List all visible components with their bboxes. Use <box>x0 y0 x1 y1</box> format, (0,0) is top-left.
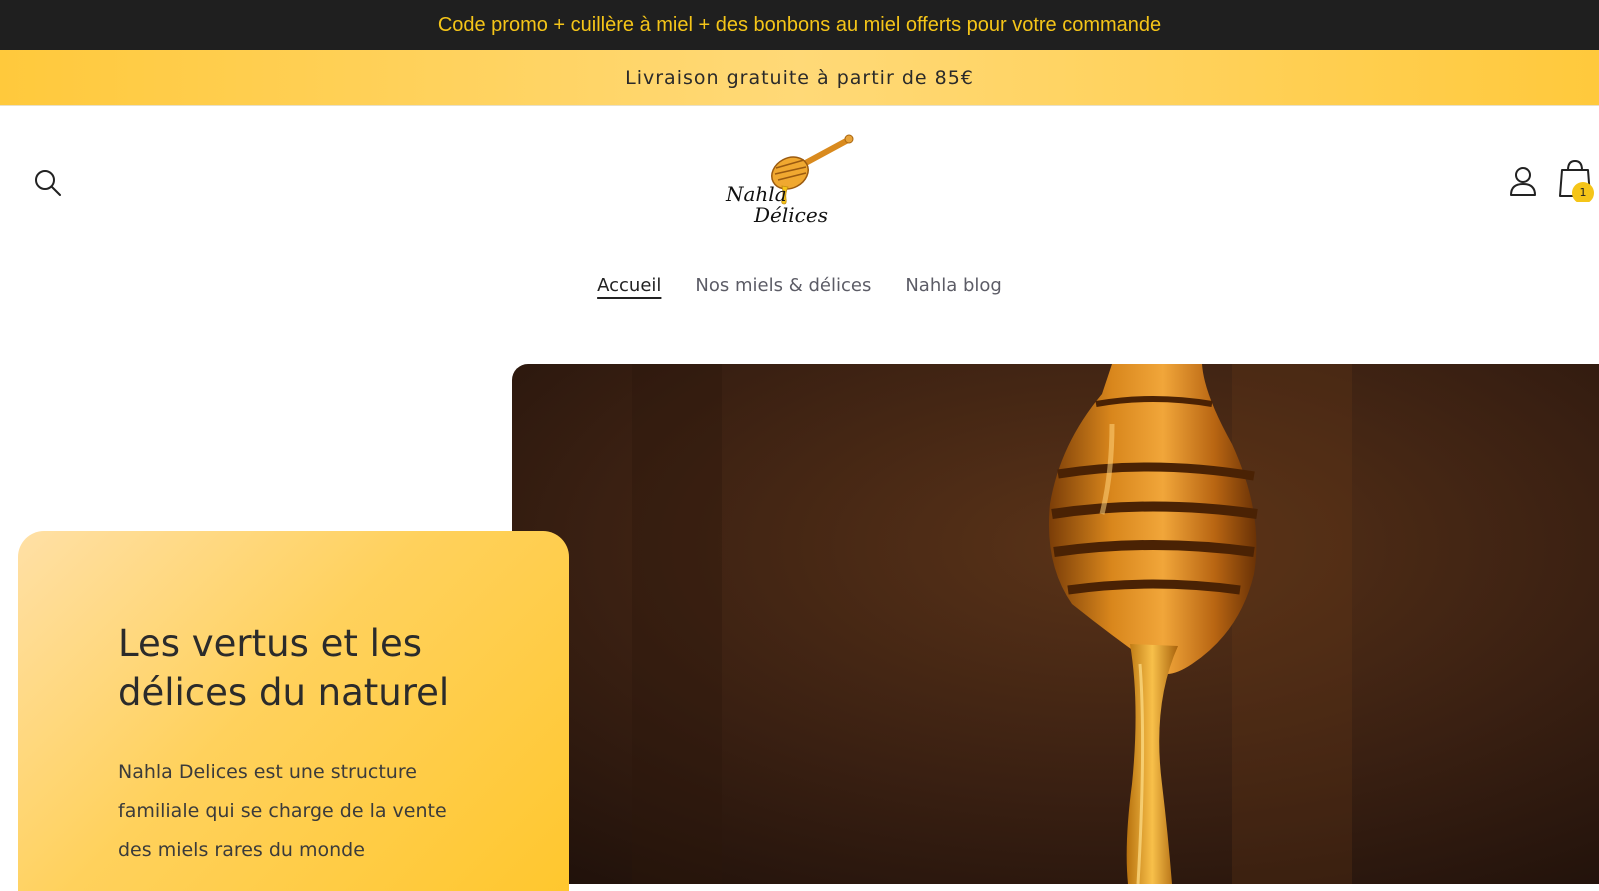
nav-item-nahla-blog[interactable]: Nahla blog <box>905 275 1002 296</box>
logo-text-line1: Nahla <box>726 182 787 206</box>
shipping-text: Livraison gratuite à partir de 85€ <box>625 66 974 89</box>
promo-announcement-bar: Code promo + cuillère à miel + des bonbo… <box>0 0 1599 50</box>
promo-text: Code promo + cuillère à miel + des bonbo… <box>437 13 1162 36</box>
hero-text-card: Les vertus et les délices du naturel Nah… <box>18 531 569 891</box>
shipping-announcement-bar: Livraison gratuite à partir de 85€ <box>0 50 1599 106</box>
nav-item-nos-miels[interactable]: Nos miels & délices <box>695 275 871 296</box>
honey-dipper-photo <box>512 364 1599 884</box>
nav-item-accueil[interactable]: Accueil <box>597 275 661 296</box>
hero-title: Les vertus et les délices du naturel <box>118 622 450 714</box>
main-navigation: Accueil Nos miels & délices Nahla blog <box>0 275 1599 296</box>
cart-count-badge: 1 <box>1572 182 1594 202</box>
search-icon <box>35 170 61 196</box>
logo-text-line2: Délices <box>754 203 828 227</box>
site-logo[interactable]: Nahla Délices <box>720 128 865 228</box>
cart-button[interactable]: 1 <box>1558 158 1599 202</box>
account-button[interactable] <box>1501 159 1545 203</box>
hero-honey-image <box>512 364 1599 884</box>
user-icon <box>1510 167 1536 196</box>
hero-description: Nahla Delices est une structure familial… <box>118 761 447 861</box>
site-header: Nahla Délices 1 <box>0 106 1599 256</box>
search-button[interactable] <box>26 161 70 205</box>
